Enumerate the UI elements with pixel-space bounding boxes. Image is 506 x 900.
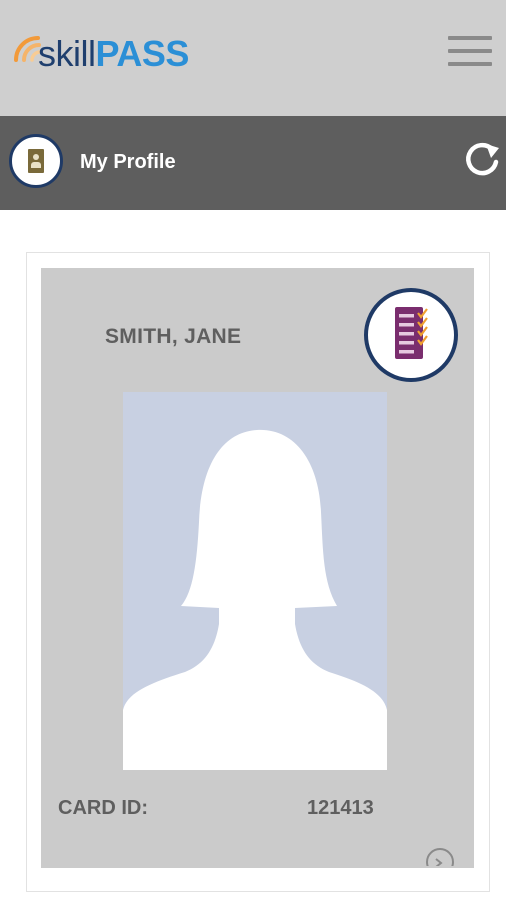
circle-arrow-icon (426, 848, 454, 866)
menu-bar (448, 49, 492, 53)
skillpass-logo[interactable]: skillPASS (8, 26, 248, 82)
hamburger-menu-icon[interactable] (446, 36, 494, 72)
person-silhouette-icon (123, 429, 387, 770)
card-id-value: 121413 (307, 797, 374, 819)
logo-wordmark: skillPASS (38, 34, 189, 74)
checklist-icon (395, 307, 428, 359)
card-flip-button[interactable] (424, 846, 456, 866)
profile-title: My Profile (80, 151, 176, 173)
logo-text-skill: skill (38, 33, 96, 74)
id-badge-shape (28, 149, 44, 173)
card-id-label: CARD ID: (58, 797, 148, 819)
app-header: skillPASS (0, 0, 506, 116)
profile-card-icon[interactable] (9, 134, 63, 188)
profile-photo-placeholder (123, 392, 387, 770)
logo-text-pass: PASS (95, 33, 190, 74)
refresh-icon[interactable] (462, 140, 502, 180)
card-holder-name: SMITH, JANE (105, 325, 242, 348)
menu-bar (448, 62, 492, 66)
menu-bar (448, 36, 492, 40)
checklist-button[interactable] (364, 288, 458, 382)
profile-bar: My Profile (0, 116, 506, 210)
